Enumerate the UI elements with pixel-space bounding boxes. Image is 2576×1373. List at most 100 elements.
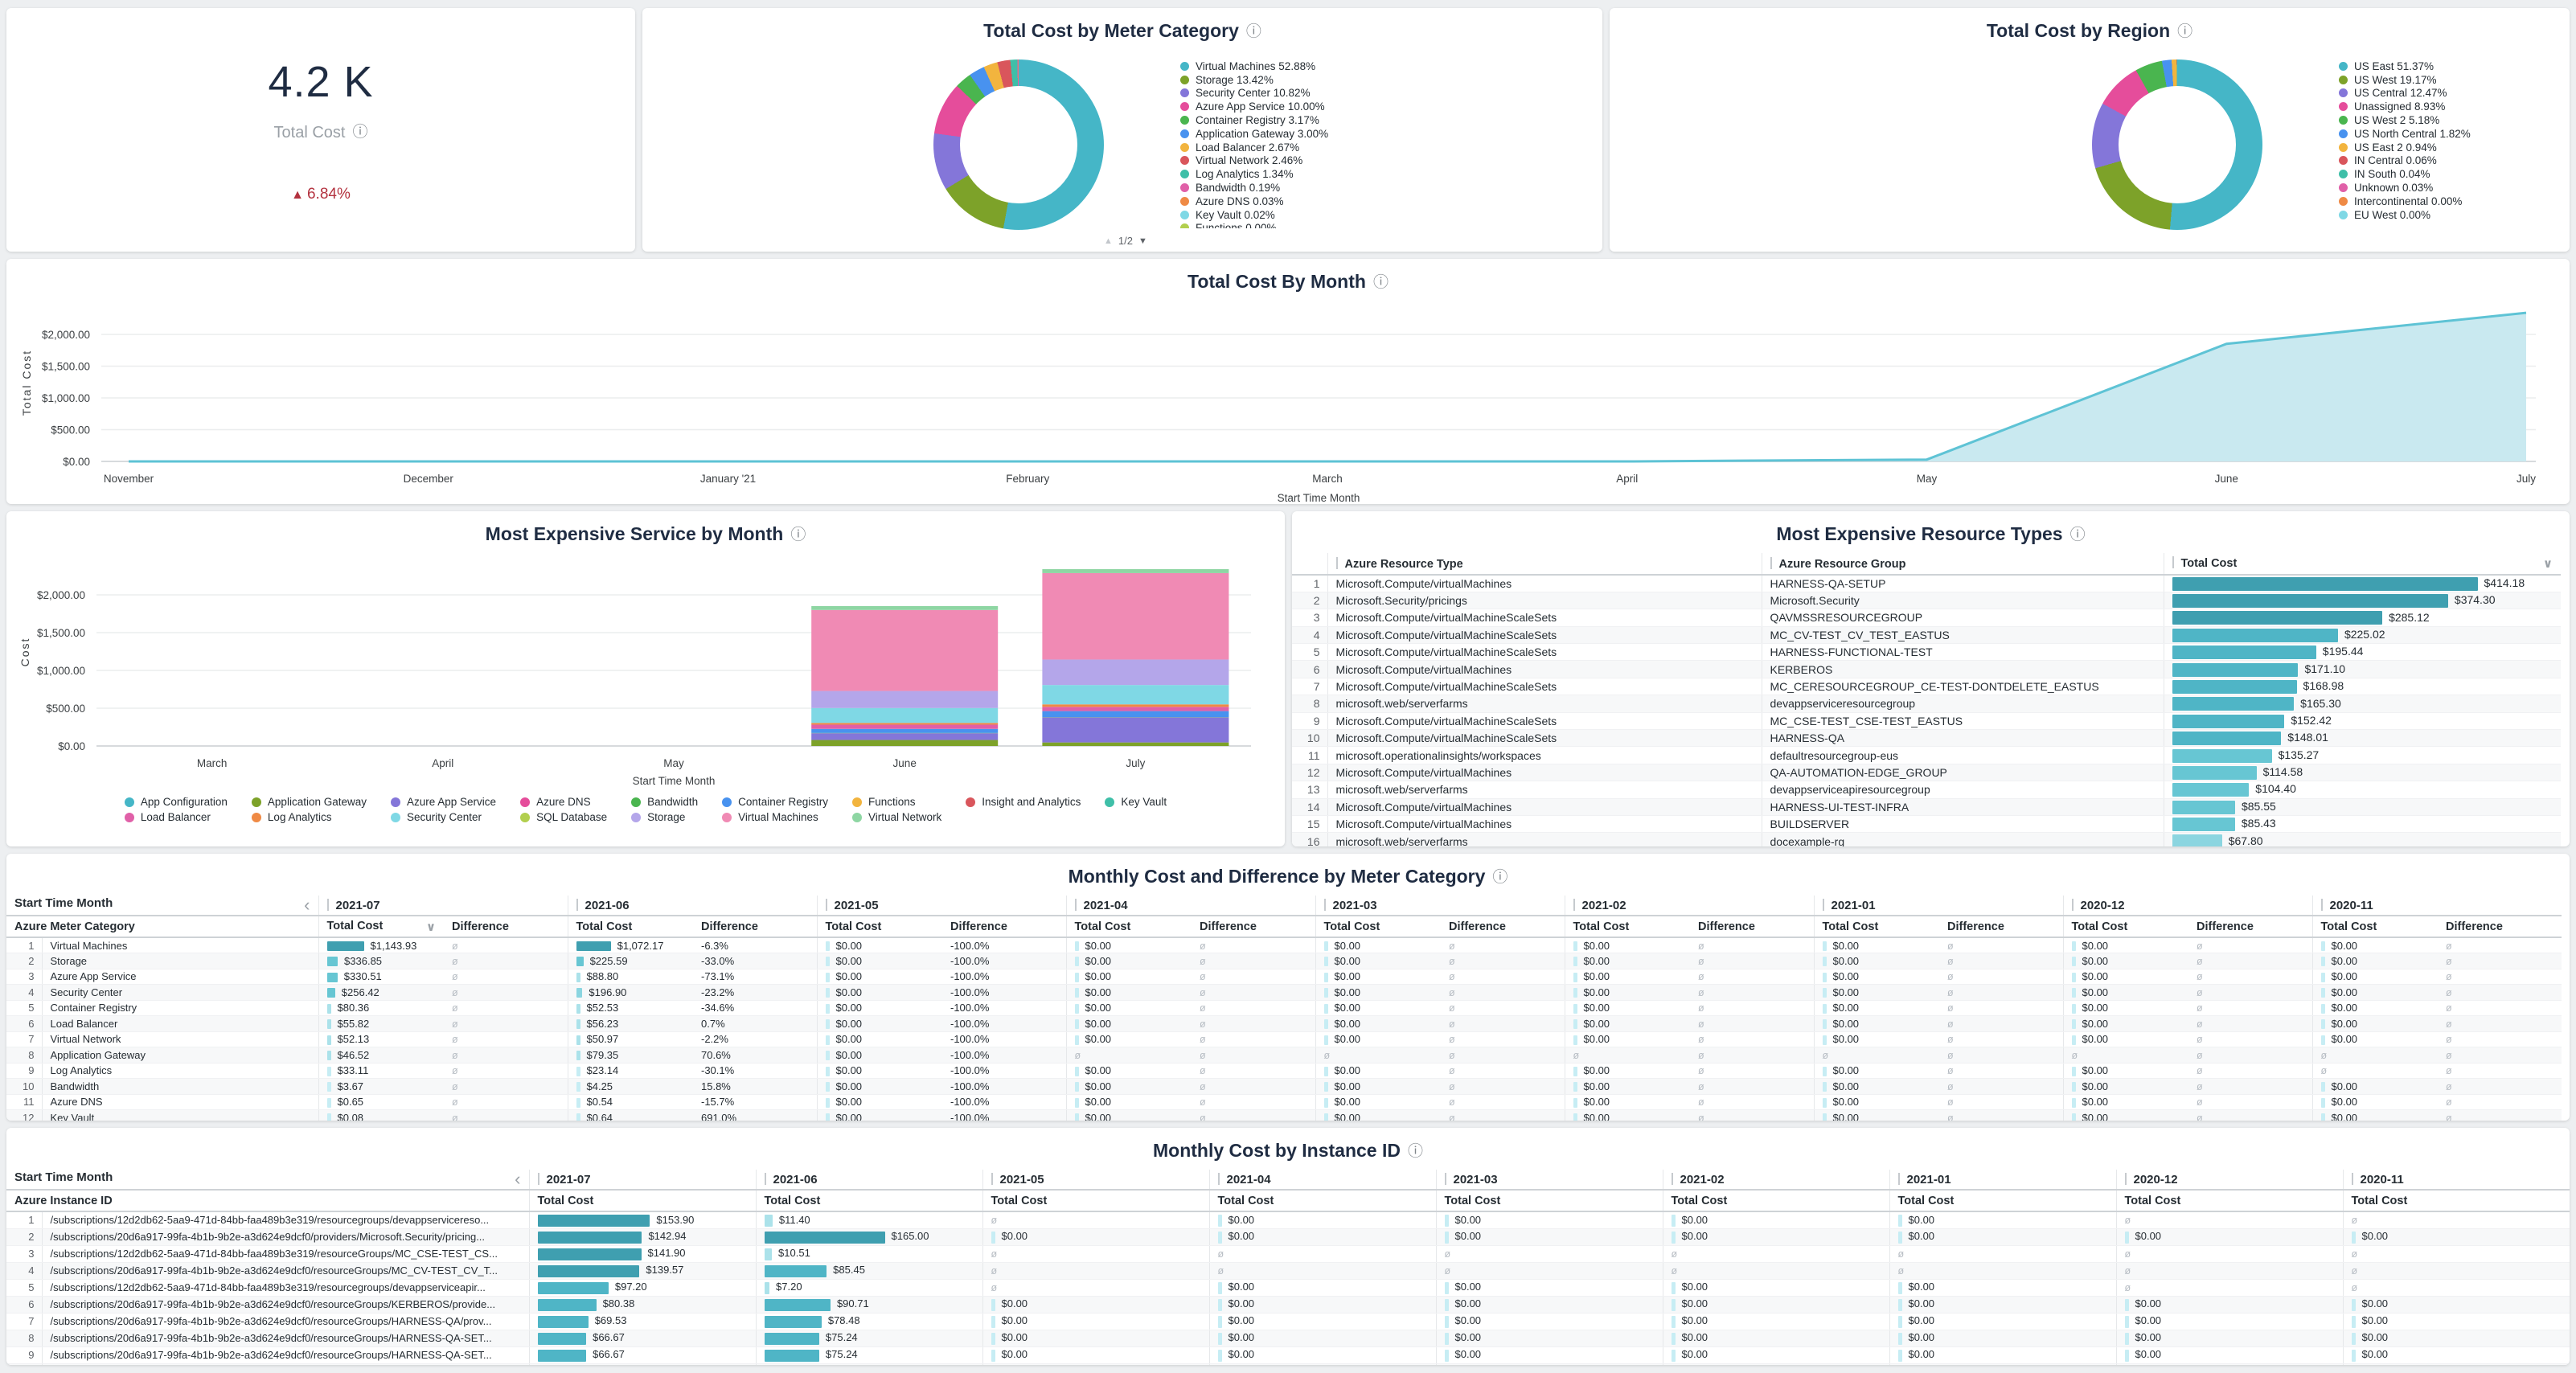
legend-item[interactable]: Bandwidth 0.19% xyxy=(1180,181,1328,195)
difference-cell[interactable]: ø xyxy=(1690,1016,1814,1032)
cost-cell[interactable]: $0.00 xyxy=(1814,953,1939,969)
cost-cell[interactable]: $0.00 xyxy=(2116,1228,2343,1245)
cost-cell[interactable]: $225.02 xyxy=(2164,626,2561,643)
cost-cell[interactable]: $10.51 xyxy=(756,1245,982,1262)
cost-cell[interactable]: ø xyxy=(1889,1245,2116,1262)
resource-group-cell[interactable]: devappserviceapiresourcegroup xyxy=(1762,781,2164,798)
difference-cell[interactable]: ø xyxy=(1690,1063,1814,1079)
cost-cell[interactable]: $114.58 xyxy=(2164,764,2561,781)
cost-cell[interactable]: $0.00 xyxy=(1066,969,1192,985)
difference-cell[interactable]: ø xyxy=(1690,1031,1814,1047)
column-header[interactable]: Azure Resource Type xyxy=(1327,553,1762,575)
cost-cell[interactable]: $0.00 xyxy=(1565,937,1690,953)
resource-type-cell[interactable]: Microsoft.Compute/virtualMachineScaleSet… xyxy=(1327,678,1762,695)
resource-type-cell[interactable]: Microsoft.Compute/virtualMachines xyxy=(1327,798,1762,815)
month-header[interactable]: 2021-05 xyxy=(982,1170,1209,1190)
cost-cell[interactable]: $165.30 xyxy=(2164,695,2561,712)
legend-item[interactable]: Application Gateway xyxy=(252,796,367,808)
info-icon[interactable]: ⓘ xyxy=(2070,527,2086,543)
cost-cell[interactable]: $135.27 xyxy=(2164,747,2561,764)
cost-cell[interactable]: $0.00 xyxy=(2063,1094,2188,1110)
difference-cell[interactable]: ø xyxy=(1690,1094,1814,1110)
cost-cell[interactable]: ø xyxy=(1209,1262,1436,1279)
cost-cell[interactable]: $0.00 xyxy=(1565,1000,1690,1016)
difference-cell[interactable]: ø xyxy=(2438,985,2562,1001)
cost-cell[interactable]: $0.00 xyxy=(817,953,942,969)
chevron-left-icon[interactable]: ‹ xyxy=(515,1170,520,1188)
row-label-cell[interactable]: /subscriptions/20d6a917-99fa-4b1b-9b2e-a… xyxy=(42,1313,529,1330)
cost-cell[interactable]: $0.00 xyxy=(2063,953,2188,969)
difference-cell[interactable]: ø xyxy=(1441,1031,1565,1047)
difference-cell[interactable]: -73.1% xyxy=(693,969,817,985)
cost-cell[interactable]: $0.00 xyxy=(1663,1363,1889,1365)
month-header[interactable]: 2020-11 xyxy=(2312,896,2562,916)
difference-cell[interactable]: ø xyxy=(2188,1016,2312,1032)
difference-cell[interactable]: ø xyxy=(444,1110,568,1121)
measure-header[interactable]: Difference xyxy=(444,916,568,937)
difference-cell[interactable]: ø xyxy=(1192,1000,1315,1016)
difference-cell[interactable]: 0.7% xyxy=(693,1016,817,1032)
cost-cell[interactable]: $0.00 xyxy=(2063,1110,2188,1121)
measure-header[interactable]: Difference xyxy=(2438,916,2562,937)
cost-cell[interactable]: $0.00 xyxy=(982,1330,1209,1346)
measure-header[interactable]: Total Cost xyxy=(2343,1190,2570,1211)
legend-item[interactable]: Virtual Machines 52.88% xyxy=(1180,59,1328,73)
difference-cell[interactable]: ø xyxy=(2188,953,2312,969)
cost-cell[interactable]: ø xyxy=(2343,1279,2570,1296)
row-label-cell[interactable]: Azure DNS xyxy=(42,1094,318,1110)
difference-cell[interactable]: ø xyxy=(2438,1031,2562,1047)
chevron-left-icon[interactable]: ‹ xyxy=(304,896,310,914)
cost-cell[interactable]: $0.00 xyxy=(1889,1346,2116,1363)
legend-item[interactable]: Functions xyxy=(852,796,941,808)
info-icon[interactable]: ⓘ xyxy=(1492,869,1507,886)
difference-cell[interactable]: ø xyxy=(1192,1110,1315,1121)
chevron-down-icon[interactable]: ∨ xyxy=(2543,556,2553,571)
cost-cell[interactable]: $0.00 xyxy=(2343,1313,2570,1330)
row-label-cell[interactable]: Log Analytics xyxy=(42,1063,318,1079)
cost-cell[interactable]: $0.00 xyxy=(817,1031,942,1047)
cost-cell[interactable]: $0.00 xyxy=(1066,1000,1192,1016)
cost-cell[interactable]: $0.00 xyxy=(982,1313,1209,1330)
difference-cell[interactable]: ø xyxy=(444,985,568,1001)
legend-item[interactable]: US North Central 1.82% xyxy=(2339,127,2471,141)
legend-item[interactable]: EU West 0.00% xyxy=(2339,208,2471,222)
difference-cell[interactable]: ø xyxy=(1441,1094,1565,1110)
month-header[interactable]: 2021-06 xyxy=(568,896,817,916)
cost-cell[interactable]: $374.30 xyxy=(2164,592,2561,609)
cost-cell[interactable]: ø xyxy=(1814,1047,1939,1064)
bar-segment[interactable] xyxy=(1042,573,1229,660)
difference-cell[interactable]: ø xyxy=(2438,937,2562,953)
cost-cell[interactable]: $0.00 xyxy=(1315,937,1441,953)
difference-cell[interactable]: ø xyxy=(1690,1110,1814,1121)
page-down-icon[interactable]: ▼ xyxy=(1138,236,1147,246)
measure-header[interactable]: Total Cost xyxy=(817,916,942,937)
bar-segment[interactable] xyxy=(1042,685,1229,704)
cost-cell[interactable]: $0.00 xyxy=(817,1094,942,1110)
cost-cell[interactable]: ø xyxy=(982,1211,1209,1228)
difference-cell[interactable]: -2.2% xyxy=(693,1031,817,1047)
cost-cell[interactable]: $0.00 xyxy=(1663,1346,1889,1363)
cost-cell[interactable]: $0.00 xyxy=(1066,1079,1192,1095)
cost-cell[interactable]: $0.00 xyxy=(2312,1031,2438,1047)
cost-cell[interactable]: $0.00 xyxy=(2312,1094,2438,1110)
difference-cell[interactable]: ø xyxy=(1192,969,1315,985)
difference-cell[interactable]: ø xyxy=(1939,969,2063,985)
cost-cell[interactable]: $0.00 xyxy=(2312,937,2438,953)
cost-cell[interactable]: ø xyxy=(1663,1262,1889,1279)
cost-cell[interactable]: $0.00 xyxy=(982,1296,1209,1313)
resource-group-cell[interactable]: docexample-rg xyxy=(1762,833,2164,846)
row-label-cell[interactable]: /subscriptions/12d2db62-5aa9-471d-84bb-f… xyxy=(42,1245,529,1262)
row-label-cell[interactable]: /subscriptions/20d6a917-99fa-4b1b-9b2e-a… xyxy=(42,1363,529,1365)
cost-cell[interactable]: $139.57 xyxy=(529,1262,756,1279)
resource-type-cell[interactable]: Microsoft.Compute/virtualMachineScaleSet… xyxy=(1327,730,1762,747)
cost-cell[interactable]: $0.00 xyxy=(1814,1110,1939,1121)
difference-cell[interactable]: ø xyxy=(444,1047,568,1064)
cost-cell[interactable]: $0.00 xyxy=(2063,937,2188,953)
month-header[interactable]: 2021-01 xyxy=(1814,896,2063,916)
cost-cell[interactable]: $0.00 xyxy=(1436,1330,1663,1346)
info-icon[interactable]: ⓘ xyxy=(1373,274,1388,291)
bar-segment[interactable] xyxy=(1042,711,1229,718)
row-label-cell[interactable]: /subscriptions/12d2db62-5aa9-471d-84bb-f… xyxy=(42,1211,529,1228)
cost-cell[interactable]: $153.90 xyxy=(529,1211,756,1228)
cost-cell[interactable]: $0.00 xyxy=(1663,1330,1889,1346)
